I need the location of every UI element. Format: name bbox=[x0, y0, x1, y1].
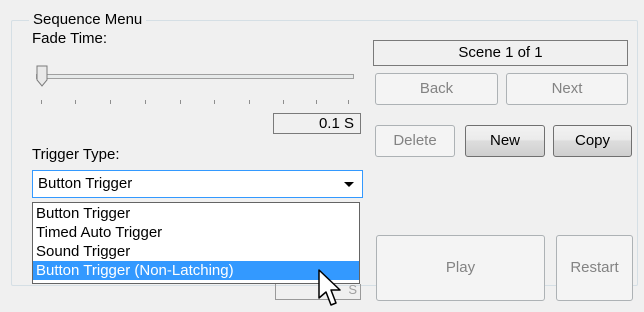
slider-tick bbox=[348, 100, 349, 104]
dropdown-option-timed-auto-trigger[interactable]: Timed Auto Trigger bbox=[33, 223, 359, 242]
slider-tick bbox=[75, 100, 76, 104]
restart-button[interactable]: Restart bbox=[556, 235, 633, 301]
slider-tick bbox=[249, 100, 250, 104]
fade-time-label: Fade Time: bbox=[32, 30, 108, 47]
slider-tick bbox=[145, 100, 146, 104]
slider-tick bbox=[283, 100, 284, 104]
dropdown-option-button-trigger-non-latching[interactable]: Button Trigger (Non-Latching) bbox=[33, 261, 359, 280]
dropdown-option-sound-trigger[interactable]: Sound Trigger bbox=[33, 242, 359, 261]
group-title: Sequence Menu bbox=[29, 10, 147, 30]
slider-tick bbox=[110, 100, 111, 104]
trigger-type-label: Trigger Type: bbox=[32, 146, 120, 163]
mouse-pointer-icon bbox=[318, 269, 341, 306]
copy-button[interactable]: Copy bbox=[553, 125, 632, 157]
slider-tick bbox=[41, 100, 42, 104]
play-button[interactable]: Play bbox=[376, 235, 545, 301]
slider-tick bbox=[180, 100, 181, 104]
new-button[interactable]: New bbox=[465, 125, 545, 157]
slider-tick bbox=[316, 100, 317, 104]
fade-time-value: 0.1 S bbox=[273, 113, 361, 134]
trigger-type-selected: Button Trigger bbox=[38, 175, 133, 192]
fade-time-slider-thumb[interactable] bbox=[36, 65, 48, 87]
dropdown-option-button-trigger[interactable]: Button Trigger bbox=[33, 204, 359, 223]
scene-indicator: Scene 1 of 1 bbox=[373, 40, 628, 66]
chevron-down-icon[interactable] bbox=[344, 182, 354, 187]
fade-time-slider-track[interactable] bbox=[36, 74, 354, 79]
slider-tick bbox=[214, 100, 215, 104]
back-button[interactable]: Back bbox=[375, 73, 498, 105]
delete-button[interactable]: Delete bbox=[375, 125, 455, 157]
sequence-menu-panel: Sequence Menu Fade Time: 0.1 S Trigger T… bbox=[0, 0, 644, 312]
next-button[interactable]: Next bbox=[506, 73, 628, 105]
trigger-type-combobox[interactable]: Button Trigger bbox=[32, 170, 363, 198]
trigger-type-dropdown-list: Button Trigger Timed Auto Trigger Sound … bbox=[32, 202, 360, 284]
